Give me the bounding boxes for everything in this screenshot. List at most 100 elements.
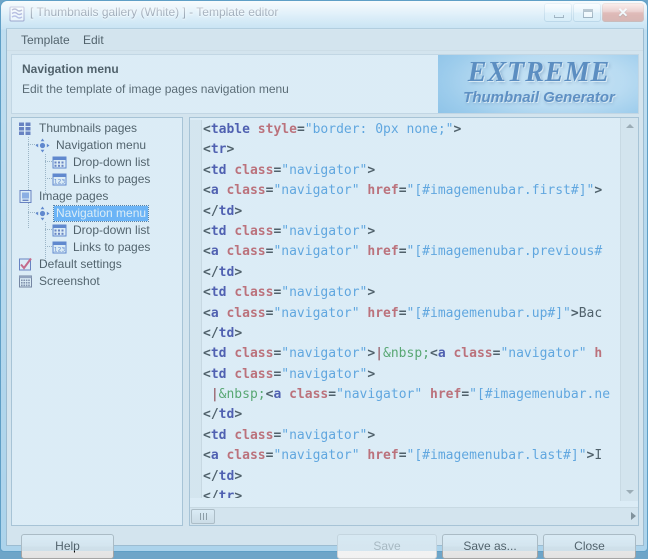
code-line[interactable]: <td class="navigator"> bbox=[203, 365, 620, 385]
code-line[interactable]: <td class="navigator"> bbox=[203, 222, 620, 242]
thumbnails-grid-icon bbox=[18, 121, 33, 136]
code-token-ent: &nbsp; bbox=[218, 387, 266, 403]
template-code-editor[interactable]: <table style="border: 0px none;"> <tr> <td… bbox=[189, 117, 639, 526]
page-subtitle: Edit the template of image pages navigat… bbox=[22, 82, 289, 96]
code-token-tag: tr bbox=[210, 142, 227, 158]
tree-item-label-selected: Navigation menu bbox=[52, 205, 150, 222]
code-token-attr: class bbox=[226, 448, 266, 464]
tree-connector bbox=[28, 205, 29, 229]
code-token-punct: = bbox=[398, 183, 407, 199]
code-token-tag: td bbox=[210, 366, 227, 382]
code-token-punct: < bbox=[203, 223, 211, 239]
checkmark-settings-icon bbox=[18, 257, 33, 272]
code-token-punct: > bbox=[367, 223, 376, 239]
menu-item-edit[interactable]: Edit bbox=[77, 32, 110, 48]
code-line[interactable]: </td> bbox=[203, 324, 620, 344]
code-token-txt: Bac bbox=[578, 305, 603, 321]
code-token-val: "navigator" bbox=[281, 346, 368, 362]
code-token-punct: < bbox=[203, 285, 211, 301]
code-token-attr: class bbox=[234, 346, 274, 362]
code-token-punct: </ bbox=[203, 489, 219, 498]
code-line[interactable]: <a class="navigator" href="[#imagemenuba… bbox=[203, 242, 620, 262]
navigation-arrows-icon bbox=[35, 206, 50, 221]
code-token-val: "navigator" bbox=[281, 223, 368, 239]
code-token-bar: | bbox=[210, 387, 219, 403]
code-line[interactable]: |&nbsp;<a class="navigator" href="[#imag… bbox=[203, 385, 620, 405]
code-token-val: "navigator" bbox=[500, 346, 587, 362]
horizontal-scroll-thumb[interactable] bbox=[191, 509, 215, 524]
links-to-pages-icon: 123 bbox=[52, 240, 67, 255]
code-token-punct: </ bbox=[203, 203, 219, 219]
code-line[interactable]: </td> bbox=[203, 202, 620, 222]
template-tree[interactable]: Thumbnails pages Navigation menu Drop-do… bbox=[11, 117, 183, 526]
code-token-punct: < bbox=[203, 142, 211, 158]
code-line[interactable]: <table style="border: 0px none;"> bbox=[203, 120, 620, 140]
code-token-punct: = bbox=[398, 244, 407, 260]
editor-horizontal-scrollbar[interactable] bbox=[190, 507, 638, 525]
code-token-punct: > bbox=[594, 183, 603, 199]
code-token-val: "navigator" bbox=[336, 387, 423, 403]
code-token-punct: < bbox=[203, 448, 211, 464]
tree-item-label: Drop-down list bbox=[73, 223, 150, 237]
navigation-arrows-icon bbox=[35, 138, 50, 153]
code-token-tag: td bbox=[218, 264, 235, 280]
code-token-tag: a bbox=[437, 346, 446, 362]
code-line[interactable]: <td class="navigator"> bbox=[203, 283, 620, 303]
code-token-attr: class bbox=[226, 244, 266, 260]
editor-vertical-scrollbar[interactable] bbox=[620, 118, 638, 501]
code-token-punct: > bbox=[234, 489, 243, 498]
code-line[interactable]: <td class="navigator">|&nbsp;<a class="n… bbox=[203, 344, 620, 364]
code-line[interactable]: </tr> bbox=[203, 487, 620, 498]
window-title: [ Thumbnails gallery (White) ] - Templat… bbox=[30, 5, 279, 19]
code-line[interactable]: </td> bbox=[203, 467, 620, 487]
code-line[interactable]: <td class="navigator"> bbox=[203, 161, 620, 181]
code-token-punct: < bbox=[203, 244, 211, 260]
code-token-val: "[#imagemenubar.ne bbox=[469, 387, 611, 403]
close-dialog-button[interactable]: Close bbox=[543, 534, 636, 559]
minimize-button[interactable] bbox=[544, 3, 572, 22]
code-viewport[interactable]: <table style="border: 0px none;"> <tr> <td… bbox=[190, 120, 620, 498]
tree-item-label: Thumbnails pages bbox=[39, 121, 138, 135]
code-token-attr: href bbox=[367, 183, 399, 199]
code-line[interactable]: <a class="navigator" href="[#imagemenuba… bbox=[203, 181, 620, 201]
code-line[interactable]: <tr> bbox=[203, 140, 620, 160]
save-as-button[interactable]: Save as... bbox=[442, 534, 538, 559]
code-token-attr: class bbox=[226, 305, 266, 321]
scroll-right-arrow[interactable] bbox=[631, 512, 636, 520]
code-token-val: "[#imagemenubar.previous# bbox=[406, 244, 603, 260]
code-token-punct: < bbox=[203, 162, 211, 178]
help-button[interactable]: Help bbox=[21, 534, 114, 559]
scroll-down-arrow[interactable] bbox=[621, 484, 638, 501]
code-line[interactable]: <td class="navigator"> bbox=[203, 426, 620, 446]
code-token-punct: > bbox=[226, 142, 235, 158]
dropdown-list-icon bbox=[52, 155, 67, 170]
code-line[interactable]: <a class="navigator" href="[#imagemenuba… bbox=[203, 446, 620, 466]
template-editor-window: [ Thumbnails gallery (White) ] - Templat… bbox=[0, 0, 648, 559]
code-token-tag: td bbox=[210, 285, 227, 301]
header-banner: Navigation menu Edit the template of ima… bbox=[11, 54, 639, 114]
code-content[interactable]: <table style="border: 0px none;"> <tr> <td… bbox=[203, 120, 620, 498]
close-button[interactable]: ✕ bbox=[602, 3, 644, 22]
menu-item-template[interactable]: Template bbox=[15, 32, 76, 48]
code-token-attr: class bbox=[289, 387, 329, 403]
code-token-val: "navigator" bbox=[281, 285, 368, 301]
title-bar[interactable]: [ Thumbnails gallery (White) ] - Templat… bbox=[1, 1, 648, 28]
code-token-tag: a bbox=[210, 448, 219, 464]
code-token-punct: </ bbox=[203, 325, 219, 341]
code-token-val: "navigator" bbox=[273, 305, 360, 321]
code-line[interactable]: </td> bbox=[203, 405, 620, 425]
code-token-txt: I bbox=[594, 448, 603, 464]
code-token-val: "navigator" bbox=[281, 427, 368, 443]
code-token-tag: a bbox=[210, 244, 219, 260]
code-token-val: "[#imagemenubar.up#]" bbox=[406, 305, 571, 321]
code-line[interactable]: <a class="navigator" href="[#imagemenuba… bbox=[203, 304, 620, 324]
maximize-button[interactable] bbox=[573, 3, 601, 22]
page-title: Navigation menu bbox=[22, 62, 119, 76]
scroll-up-arrow[interactable] bbox=[621, 118, 638, 135]
save-button: Save bbox=[337, 534, 437, 559]
code-token-attr: href bbox=[430, 387, 462, 403]
code-token-punct: < bbox=[203, 183, 211, 199]
code-line[interactable]: </td> bbox=[203, 263, 620, 283]
code-token-attr: href bbox=[367, 305, 399, 321]
